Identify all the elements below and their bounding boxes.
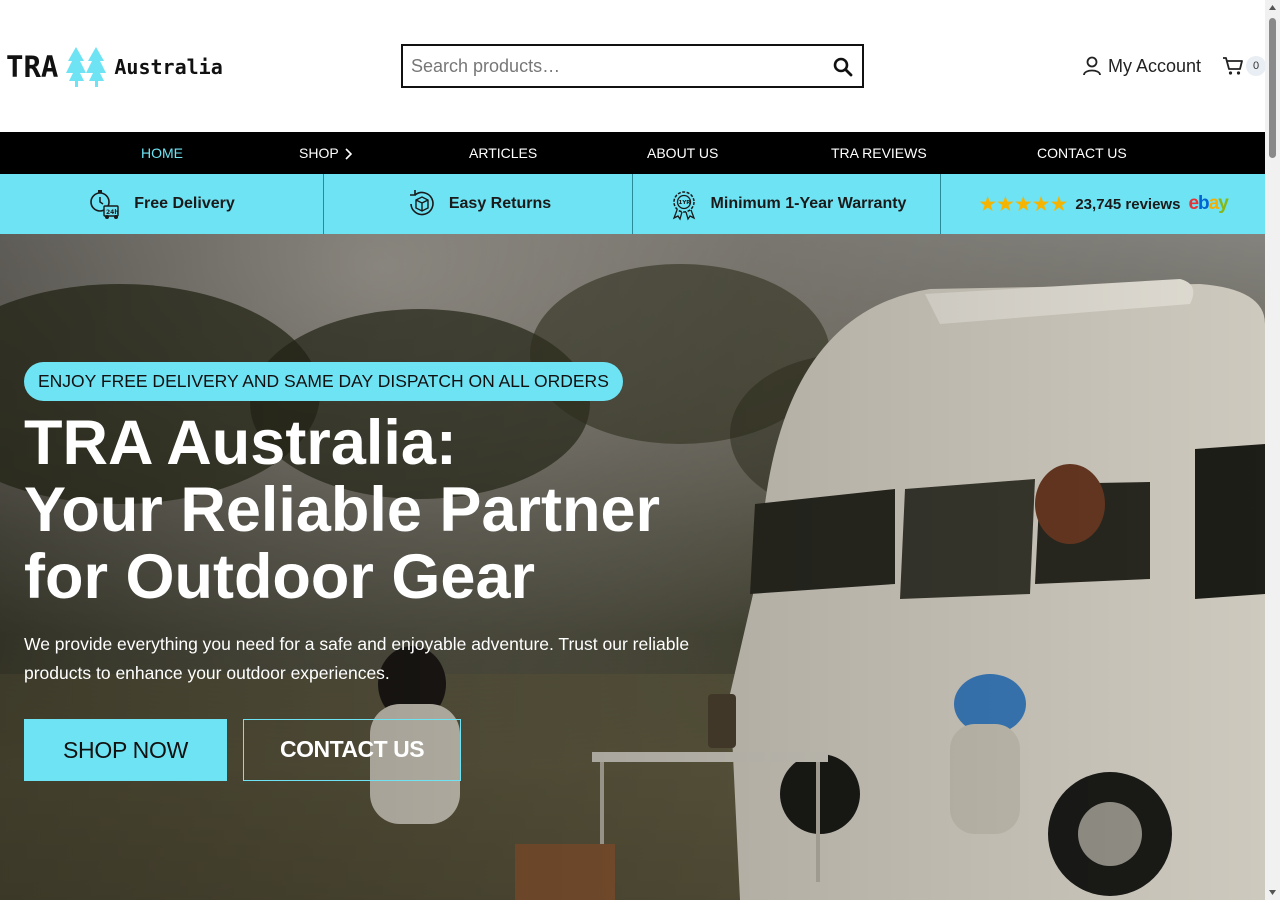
hero-title-line: TRA Australia:	[24, 408, 457, 478]
my-account-label: My Account	[1108, 55, 1202, 76]
trees-icon	[66, 47, 107, 87]
free-delivery-pill: ENJOY FREE DELIVERY AND SAME DAY DISPATC…	[24, 362, 623, 401]
search-box	[401, 44, 864, 88]
nav-item-articles[interactable]: ARTICLES	[469, 132, 537, 174]
hero-title-line: Your Reliable Partner	[24, 475, 661, 545]
cart-count-badge: 0	[1246, 56, 1266, 76]
nav-item-about-us[interactable]: ABOUT US	[647, 132, 718, 174]
hero-title: TRA Australia: Your Reliable Partner for…	[24, 410, 744, 611]
nav-item-home[interactable]: HOME	[141, 132, 183, 174]
my-account-link[interactable]: My Account	[1082, 54, 1201, 78]
svg-text:24h: 24h	[106, 209, 119, 216]
benefit-free-delivery: 24h Free Delivery	[0, 174, 323, 234]
scroll-up-arrow-icon[interactable]	[1268, 3, 1277, 12]
hero-description: We provide everything you need for a saf…	[24, 634, 690, 683]
return-box-icon	[409, 190, 434, 216]
ebay-logo: ebay	[1188, 193, 1228, 214]
benefit-easy-returns: Easy Returns	[324, 174, 632, 234]
site-logo[interactable]: TRA Australia	[6, 44, 223, 90]
reviews-count: 23,745 reviews	[1075, 195, 1181, 213]
hero-title-line: for Outdoor Gear	[24, 542, 536, 612]
user-icon	[1083, 56, 1101, 76]
benefit-easy-returns-label: Easy Returns	[448, 195, 552, 212]
nav-item-tra-reviews[interactable]: TRA REVIEWS	[831, 132, 927, 174]
search-icon[interactable]	[832, 56, 854, 78]
benefit-warranty-label: Minimum 1-Year Warranty	[710, 195, 907, 212]
logo-tra-text: TRA	[6, 50, 59, 84]
site-header: TRA Australia My Account 0	[0, 0, 1266, 132]
main-nav: HOME SHOP ARTICLES ABOUT US TRA REVIEWS …	[0, 132, 1265, 174]
benefits-bar: 24h Free Delivery Easy Returns 1YR Minim…	[0, 174, 1265, 234]
nav-item-shop[interactable]: SHOP	[299, 132, 352, 174]
cart-button[interactable]: 0	[1222, 54, 1266, 78]
rating-stars: ★★★★★	[978, 192, 1068, 216]
contact-us-button[interactable]: CONTACT US	[243, 719, 461, 781]
nav-item-contact-us[interactable]: CONTACT US	[1037, 132, 1127, 174]
scrollbar-thumb[interactable]	[1269, 18, 1276, 158]
search-input[interactable]	[411, 46, 811, 86]
nav-item-shop-label: SHOP	[299, 145, 339, 161]
warranty-badge-icon: 1YR	[672, 191, 695, 221]
ebay-reviews-badge[interactable]: ★★★★★ 23,745 reviews ebay	[941, 174, 1265, 234]
delivery-clock-icon: 24h	[90, 190, 119, 219]
svg-text:1YR: 1YR	[678, 200, 691, 206]
benefit-warranty: 1YR Minimum 1-Year Warranty	[633, 174, 940, 234]
cart-icon	[1223, 57, 1243, 75]
chevron-right-icon	[345, 148, 352, 160]
hero-banner: ENJOY FREE DELIVERY AND SAME DAY DISPATC…	[0, 234, 1265, 900]
shop-now-button[interactable]: SHOP NOW	[24, 719, 227, 781]
benefit-free-delivery-label: Free Delivery	[134, 195, 235, 212]
scroll-down-arrow-icon[interactable]	[1268, 888, 1277, 897]
logo-australia-text: Australia	[114, 55, 223, 79]
page-scrollbar[interactable]	[1265, 0, 1280, 900]
